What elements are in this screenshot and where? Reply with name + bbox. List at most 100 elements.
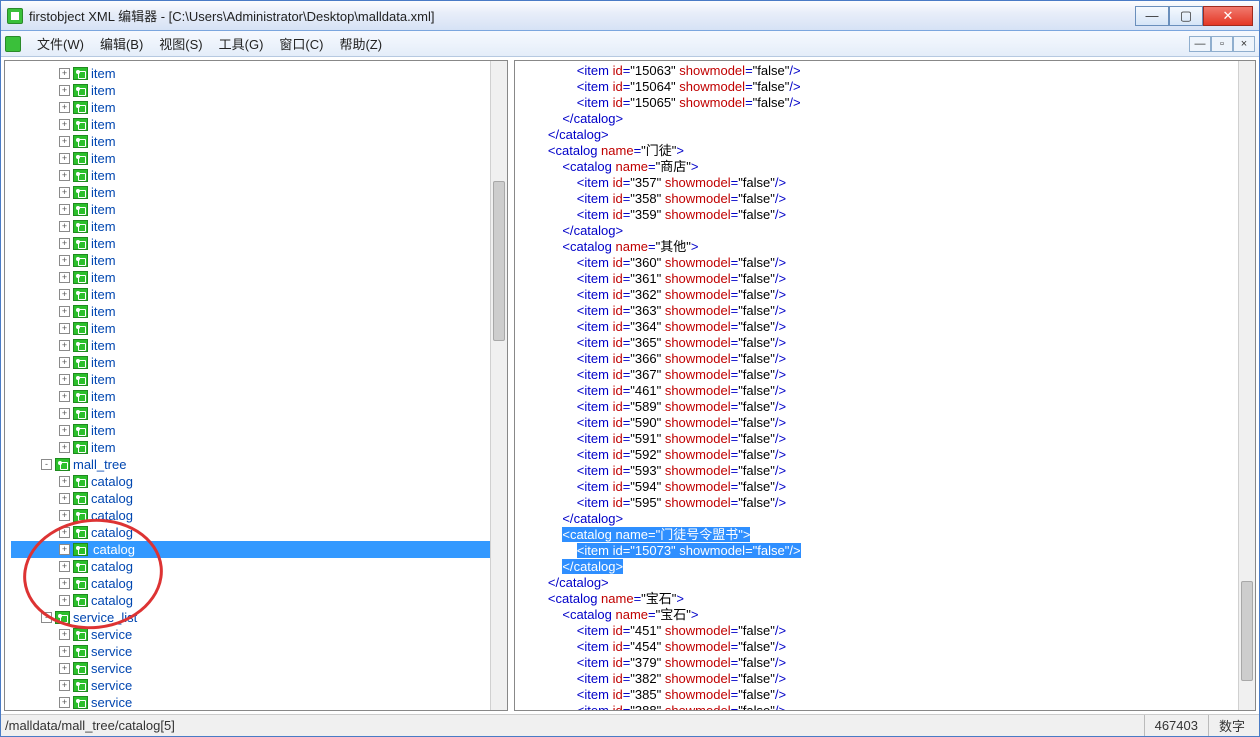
expand-toggle[interactable]: + (59, 340, 70, 351)
expand-toggle[interactable]: + (59, 187, 70, 198)
expand-toggle[interactable]: + (59, 153, 70, 164)
code-line[interactable]: <item id="365" showmodel="false"/> (519, 335, 1255, 351)
expand-toggle[interactable]: + (59, 170, 70, 181)
menu-help[interactable]: 帮助(Z) (331, 32, 390, 55)
code-line[interactable]: <item id="454" showmodel="false"/> (519, 639, 1255, 655)
code-line[interactable]: <item id="362" showmodel="false"/> (519, 287, 1255, 303)
menu-window[interactable]: 窗口(C) (271, 32, 331, 55)
code-line[interactable]: <catalog name="其他"> (519, 239, 1255, 255)
tree-node[interactable]: +item (11, 184, 507, 201)
expand-toggle[interactable]: + (59, 697, 70, 708)
expand-toggle[interactable]: - (41, 612, 52, 623)
tree-node[interactable]: +catalog (11, 558, 507, 575)
code-line[interactable]: </catalog> (519, 223, 1255, 239)
tree-node[interactable]: +service (11, 660, 507, 677)
tree-node[interactable]: +item (11, 116, 507, 133)
tree-node[interactable]: +item (11, 167, 507, 184)
expand-toggle[interactable]: + (59, 136, 70, 147)
code-line[interactable]: <item id="363" showmodel="false"/> (519, 303, 1255, 319)
tree-node[interactable]: +item (11, 82, 507, 99)
expand-toggle[interactable]: + (59, 68, 70, 79)
expand-toggle[interactable]: + (59, 374, 70, 385)
doc-minimize-button[interactable]: — (1189, 36, 1211, 52)
tree-node[interactable]: +catalog (11, 575, 507, 592)
expand-toggle[interactable]: + (59, 204, 70, 215)
code-line[interactable]: <item id="461" showmodel="false"/> (519, 383, 1255, 399)
xml-source[interactable]: <item id="15063" showmodel="false"/> <it… (515, 61, 1255, 710)
tree-node[interactable]: +catalog (11, 490, 507, 507)
code-line[interactable]: <item id="367" showmodel="false"/> (519, 367, 1255, 383)
expand-toggle[interactable]: + (59, 629, 70, 640)
code-line[interactable]: </catalog> (519, 127, 1255, 143)
code-line[interactable]: <item id="360" showmodel="false"/> (519, 255, 1255, 271)
code-line[interactable]: <item id="15064" showmodel="false"/> (519, 79, 1255, 95)
code-line[interactable]: <item id="382" showmodel="false"/> (519, 671, 1255, 687)
tree-node[interactable]: +item (11, 269, 507, 286)
code-line[interactable]: <item id="361" showmodel="false"/> (519, 271, 1255, 287)
code-line[interactable]: <catalog name="宝石"> (519, 607, 1255, 623)
code-line[interactable]: <item id="594" showmodel="false"/> (519, 479, 1255, 495)
tree-node[interactable]: +item (11, 405, 507, 422)
expand-toggle[interactable]: + (59, 595, 70, 606)
tree-node[interactable]: +catalog (11, 541, 507, 558)
menu-edit[interactable]: 编辑(B) (92, 32, 151, 55)
expand-toggle[interactable]: + (59, 255, 70, 266)
tree-node[interactable]: +item (11, 388, 507, 405)
code-line[interactable]: </catalog> (519, 575, 1255, 591)
code-line[interactable]: <catalog name="宝石"> (519, 591, 1255, 607)
expand-toggle[interactable]: + (59, 561, 70, 572)
expand-toggle[interactable]: + (59, 357, 70, 368)
code-line[interactable]: <item id="592" showmodel="false"/> (519, 447, 1255, 463)
code-line[interactable]: <catalog name="门徒"> (519, 143, 1255, 159)
tree-node[interactable]: +item (11, 235, 507, 252)
menu-file[interactable]: 文件(W) (29, 32, 92, 55)
code-line[interactable]: </catalog> (519, 111, 1255, 127)
code-line[interactable]: <item id="385" showmodel="false"/> (519, 687, 1255, 703)
code-line[interactable]: <item id="357" showmodel="false"/> (519, 175, 1255, 191)
minimize-button[interactable]: — (1135, 6, 1169, 26)
expand-toggle[interactable]: + (59, 85, 70, 96)
expand-toggle[interactable]: + (59, 221, 70, 232)
tree-node[interactable]: +item (11, 354, 507, 371)
tree-node[interactable]: +item (11, 150, 507, 167)
code-line[interactable]: <item id="388" showmodel="false"/> (519, 703, 1255, 710)
tree-scrollbar[interactable] (490, 61, 507, 710)
tree-node[interactable]: +item (11, 303, 507, 320)
expand-toggle[interactable]: + (59, 578, 70, 589)
expand-toggle[interactable]: + (59, 527, 70, 538)
tree-node[interactable]: -service_list (11, 609, 507, 626)
tree-node[interactable]: +catalog (11, 507, 507, 524)
code-line[interactable]: <item id="595" showmodel="false"/> (519, 495, 1255, 511)
expand-toggle[interactable]: + (59, 510, 70, 521)
code-line[interactable]: <item id="364" showmodel="false"/> (519, 319, 1255, 335)
code-line[interactable]: <item id="590" showmodel="false"/> (519, 415, 1255, 431)
tree-node[interactable]: +item (11, 371, 507, 388)
tree-node[interactable]: +catalog (11, 473, 507, 490)
code-line[interactable]: <item id="451" showmodel="false"/> (519, 623, 1255, 639)
tree-node[interactable]: +service (11, 694, 507, 710)
menu-tool2[interactable]: 工具(G) (211, 32, 272, 55)
code-line[interactable]: <item id="358" showmodel="false"/> (519, 191, 1255, 207)
expand-toggle[interactable]: + (59, 391, 70, 402)
xml-tree[interactable]: +item+item+item+item+item+item+item+item… (5, 61, 507, 710)
tree-node[interactable]: +item (11, 133, 507, 150)
tree-node[interactable]: +service (11, 643, 507, 660)
expand-toggle[interactable]: + (59, 646, 70, 657)
code-line[interactable]: <item id="591" showmodel="false"/> (519, 431, 1255, 447)
code-line[interactable]: <item id="15063" showmodel="false"/> (519, 63, 1255, 79)
tree-node[interactable]: +service (11, 677, 507, 694)
expand-toggle[interactable]: + (59, 272, 70, 283)
code-line[interactable]: <item id="379" showmodel="false"/> (519, 655, 1255, 671)
maximize-button[interactable]: ▢ (1169, 6, 1203, 26)
expand-toggle[interactable]: + (59, 680, 70, 691)
expand-toggle[interactable]: + (59, 119, 70, 130)
tree-node[interactable]: +item (11, 201, 507, 218)
tree-node[interactable]: +item (11, 252, 507, 269)
expand-toggle[interactable]: - (41, 459, 52, 470)
code-line[interactable]: <item id="593" showmodel="false"/> (519, 463, 1255, 479)
expand-toggle[interactable]: + (59, 306, 70, 317)
code-line[interactable]: <catalog name="商店"> (519, 159, 1255, 175)
expand-toggle[interactable]: + (59, 442, 70, 453)
code-line[interactable]: <item id="359" showmodel="false"/> (519, 207, 1255, 223)
code-line[interactable]: <item id="15065" showmodel="false"/> (519, 95, 1255, 111)
